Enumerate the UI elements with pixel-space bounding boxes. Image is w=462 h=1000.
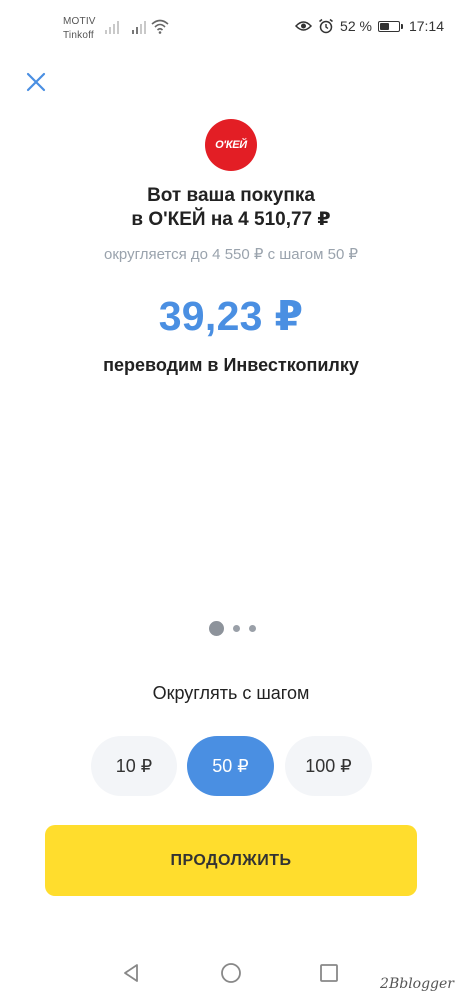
clock: 17:14 [408, 18, 444, 34]
back-icon[interactable] [120, 961, 144, 985]
alarm-icon [319, 18, 333, 34]
pager-dots [0, 621, 462, 636]
merchant-logo: О'КЕЙ [205, 119, 257, 171]
battery-icon [377, 20, 403, 32]
eye-icon [295, 21, 313, 31]
rounding-note: округляется до 4 550 ₽ с шагом 50 ₽ [103, 246, 358, 263]
logo-text: О'КЕЙ [215, 139, 247, 151]
signal-icon [105, 20, 119, 34]
continue-button[interactable]: ПРОДОЛЖИТЬ [45, 825, 417, 896]
step-option-50[interactable]: 50 ₽ [187, 736, 274, 796]
pager-dot[interactable] [248, 625, 256, 632]
status-right: 52 % 17:14 [295, 18, 444, 34]
watermark: 2Bblogger [380, 976, 454, 992]
step-option-100[interactable]: 100 ₽ [285, 736, 372, 796]
purchase-title-line1: Вот ваша покупка [147, 185, 315, 206]
close-icon[interactable] [24, 70, 48, 94]
signal-icon [132, 20, 146, 34]
pager-dot-active[interactable] [208, 621, 224, 636]
destination-text: переводим в Инвесткопилку [103, 355, 359, 375]
wifi-icon [151, 19, 169, 34]
purchase-title-line2: в О'КЕЙ на 4 510,77 ₽ [131, 209, 331, 230]
recents-icon[interactable] [317, 961, 341, 985]
round-up-amount: 39,23 ₽ [158, 293, 304, 339]
carrier-labels: MOTIV Tinkoff [63, 15, 96, 43]
carrier-2: Tinkoff [63, 30, 94, 41]
pager-dot[interactable] [232, 625, 240, 632]
battery-percent: 52 % [340, 18, 372, 34]
rounding-step-selector: 10 ₽ 50 ₽ 100 ₽ [0, 736, 462, 796]
rounding-step-label: Округлять с шагом [152, 683, 310, 703]
home-icon[interactable] [219, 961, 243, 985]
status-bar: MOTIV Tinkoff 52 % 17:14 [0, 0, 462, 56]
carrier-1: MOTIV [63, 16, 96, 27]
step-option-10[interactable]: 10 ₽ [91, 736, 177, 796]
